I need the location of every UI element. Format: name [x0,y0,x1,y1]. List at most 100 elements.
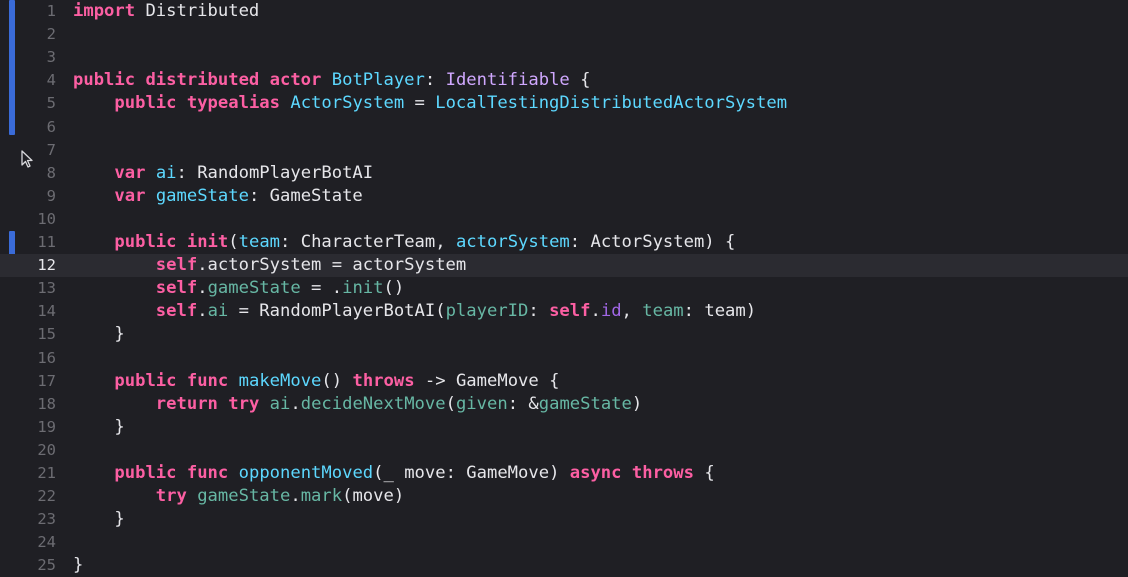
code-token: Identifiable [445,70,570,91]
code-line[interactable]: 19 } [0,416,1128,439]
code-token: , [621,301,643,322]
code-token: ) [631,393,643,414]
code-token: : RandomPlayerBotAI [176,162,374,183]
code-token: Distributed [135,1,260,21]
code-token: playerID [445,301,529,322]
code-token: team [238,232,281,252]
code-line[interactable]: 9 var gameState: GameState [0,185,1128,208]
code-line[interactable]: 18 return try ai.decideNextMove(given: &… [0,393,1128,416]
code-token: typealias [186,93,280,114]
code-token: . [290,393,301,414]
code-token: try [155,486,187,507]
code-line[interactable]: 17 public func makeMove() throws -> Game… [0,370,1128,393]
code-token: : team) [683,301,757,322]
code-text: } [73,416,125,439]
code-token: = . [300,278,343,299]
code-token: public [114,232,177,252]
code-token: public [73,70,136,91]
line-number: 13 [37,279,56,298]
code-line[interactable]: 4 public distributed actor BotPlayer: Ide… [0,69,1128,92]
code-line[interactable]: 2 [0,23,1128,46]
code-token: . [197,278,208,299]
code-line[interactable]: 21 public func opponentMoved(_ move: Gam… [0,462,1128,485]
code-token: func [186,463,229,483]
code-text: import Distributed [73,0,259,23]
code-token: : CharacterTeam, [280,232,456,252]
line-number: 9 [46,186,56,205]
code-text: public func makeMove() throws -> GameMov… [73,370,559,393]
code-editor[interactable]: 1 import Distributed 2 3 4 public distributed… [0,0,1128,575]
code-token: mark [300,486,343,507]
code-line[interactable]: 14 self.ai = RandomPlayerBotAI(playerID:… [0,300,1128,323]
code-token: try [228,393,260,414]
code-text: var ai: RandomPlayerBotAI [73,162,373,185]
code-line[interactable]: 22 try gameState.mark(move) [0,485,1128,508]
line-number: 17 [37,371,56,390]
code-line[interactable]: 5 public typealias ActorSystem = LocalTe… [0,92,1128,115]
code-token: self [549,301,591,322]
code-token: : [424,70,446,91]
code-line[interactable]: 1 import Distributed [0,0,1128,23]
code-token: init [186,232,229,252]
code-line[interactable]: 8 var ai: RandomPlayerBotAI [0,162,1128,185]
code-token: init [342,278,384,299]
code-token: : ActorSystem) { [569,232,736,252]
code-line[interactable]: 11 public init(team: CharacterTeam, acto… [0,231,1128,254]
code-token: team [642,301,684,322]
code-line[interactable]: 6 [0,116,1128,139]
code-token: func [186,370,229,391]
code-token: self [155,301,198,322]
code-line[interactable]: 3 [0,46,1128,69]
line-number: 16 [37,348,56,367]
code-line[interactable]: 16 [0,347,1128,370]
code-token: gameState [538,393,632,414]
code-line[interactable]: 24 [0,531,1128,554]
code-line[interactable]: 23 } [0,508,1128,531]
code-line[interactable]: 13 self.gameState = .init() [0,277,1128,300]
code-token: public [114,463,177,483]
code-token: return [155,393,218,414]
code-text: public typealias ActorSystem = LocalTest… [73,92,787,115]
code-text: } [73,554,83,577]
code-token: import [73,1,136,21]
code-token: var [114,162,146,183]
code-token: throws [352,370,415,391]
code-line[interactable]: 7 [0,139,1128,162]
code-token: () [321,370,353,391]
code-token: makeMove [238,370,322,391]
code-text: public distributed actor BotPlayer: Iden… [73,69,590,92]
code-line[interactable]: 12 self.actorSystem = actorSystem [0,254,1128,278]
code-token: } [73,416,125,437]
code-text: self.ai = RandomPlayerBotAI(playerID: se… [73,300,756,323]
line-number: 2 [46,25,56,44]
line-number: 1 [46,2,56,20]
line-number: 20 [37,440,56,459]
code-token: actor [269,70,322,91]
code-line[interactable]: 15 } [0,323,1128,346]
line-number: 22 [37,487,56,506]
line-number: 21 [37,464,56,482]
code-token: . [197,301,208,322]
code-line[interactable]: 20 [0,439,1128,462]
code-token: () [383,278,405,299]
code-text: self.gameState = .init() [73,277,404,300]
code-line[interactable]: 10 [0,208,1128,231]
line-number: 4 [46,71,56,90]
code-token: LocalTestingDistributedActorSystem [435,93,788,114]
code-token: id [600,301,622,322]
code-token: throws [631,463,694,483]
code-line[interactable]: 25} [0,554,1128,577]
code-token: : [528,301,550,322]
code-token: given [455,393,508,414]
